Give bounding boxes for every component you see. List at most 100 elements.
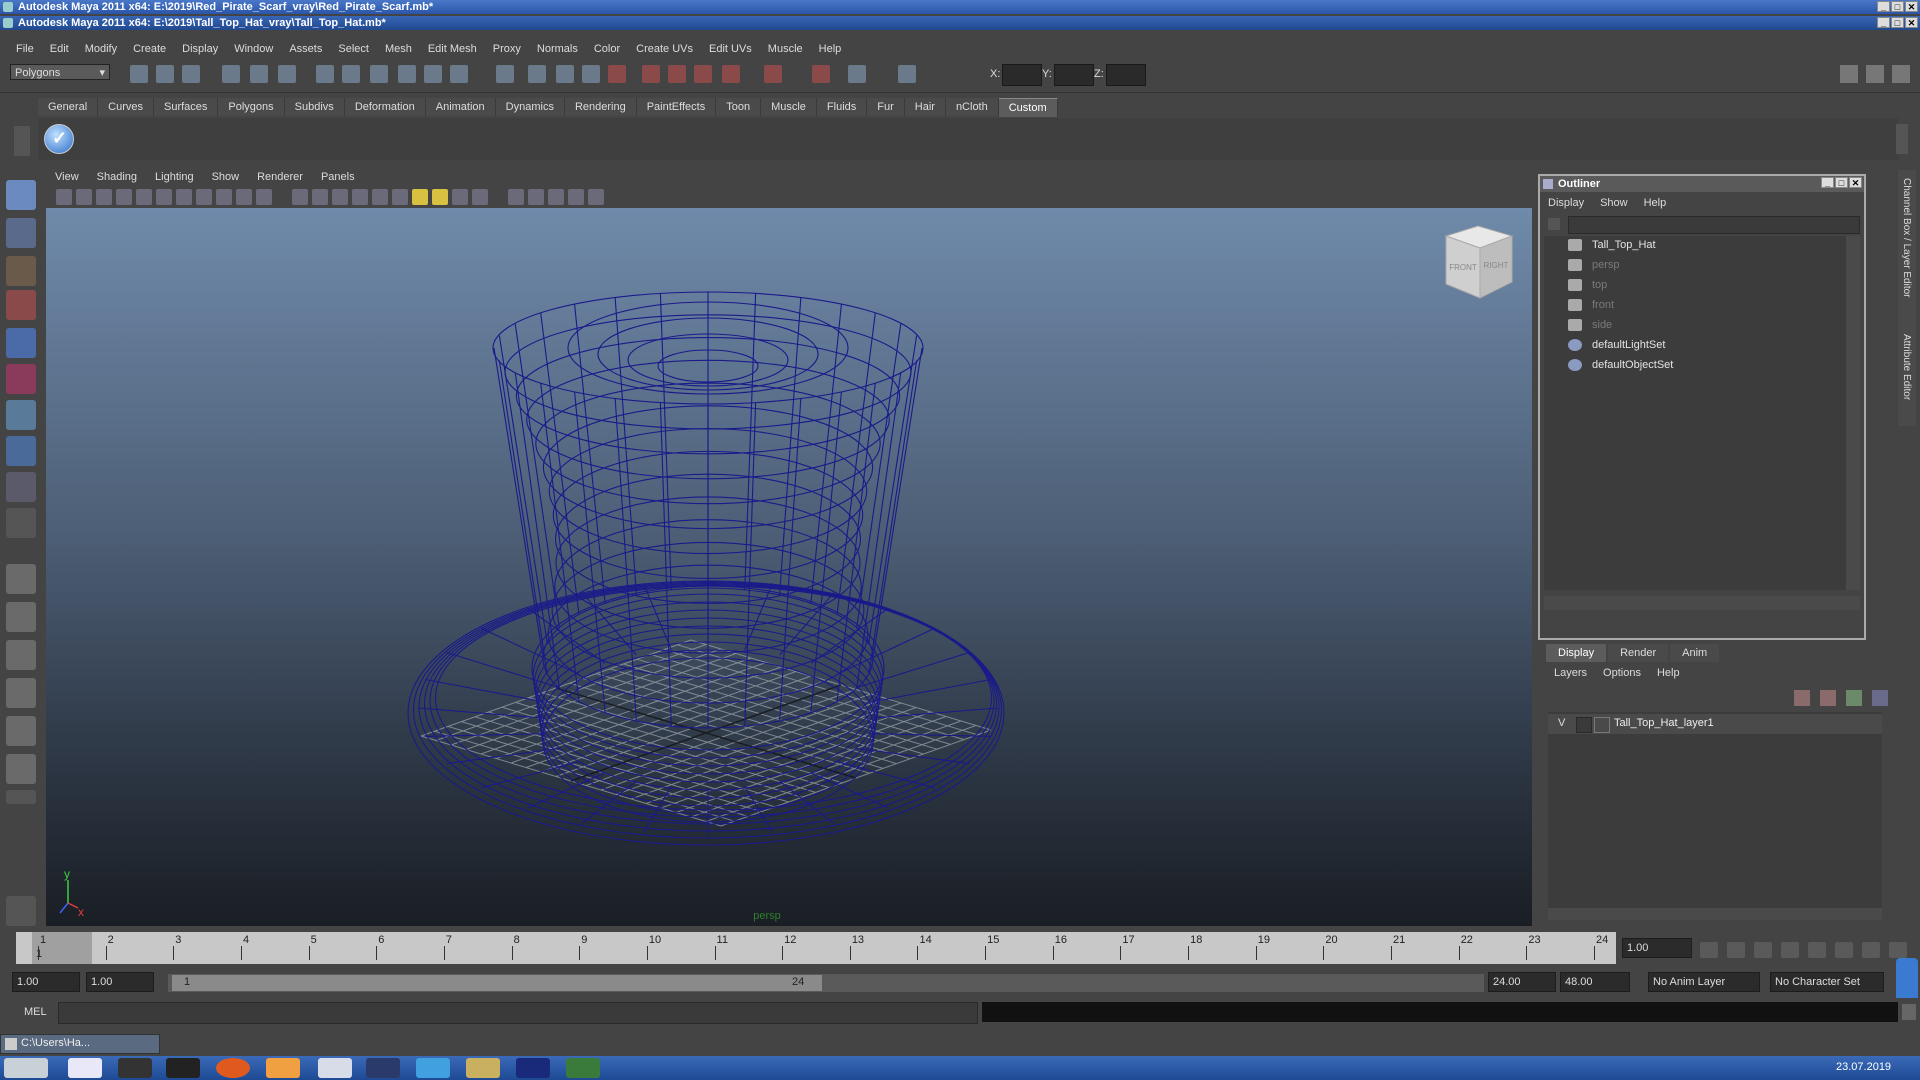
snap-grid-icon[interactable] bbox=[342, 65, 360, 83]
menu-normals[interactable]: Normals bbox=[529, 43, 586, 55]
end-time-field[interactable]: 48.00 bbox=[1560, 972, 1630, 992]
construction-icon[interactable] bbox=[528, 65, 546, 83]
viewport-menu-lighting[interactable]: Lighting bbox=[146, 171, 203, 183]
menu-set-select[interactable]: Polygons ▾ bbox=[10, 64, 110, 80]
front-window-titlebar[interactable]: Autodesk Maya 2011 x64: E:\2019\Tall_Top… bbox=[0, 16, 1920, 30]
taskbar-camera-app-icon[interactable] bbox=[166, 1058, 200, 1078]
layer-menu-options[interactable]: Options bbox=[1595, 664, 1649, 682]
outliner-horizontal-scrollbar[interactable] bbox=[1544, 596, 1860, 610]
shelf-tab-curves[interactable]: Curves bbox=[98, 98, 154, 116]
select-component-icon[interactable] bbox=[278, 65, 296, 83]
range-slider[interactable]: 1 24 bbox=[168, 974, 1484, 992]
input-ops-icon[interactable] bbox=[556, 65, 574, 83]
anim-layer-select[interactable]: No Anim Layer bbox=[1648, 972, 1760, 992]
step-back-key-icon[interactable] bbox=[1727, 942, 1745, 958]
viewport-toolbar-icon[interactable] bbox=[116, 189, 132, 205]
shelf-tab-muscle[interactable]: Muscle bbox=[761, 98, 817, 116]
menu-window[interactable]: Window bbox=[226, 43, 281, 55]
layer-tab-render[interactable]: Render bbox=[1608, 644, 1669, 662]
minimized-explorer-window[interactable]: C:\Users\Ha... bbox=[0, 1034, 160, 1054]
ipr-icon[interactable] bbox=[668, 65, 686, 83]
hypershade-layout-icon[interactable] bbox=[6, 716, 36, 746]
filter-icon[interactable] bbox=[1548, 218, 1560, 230]
layer-menu-help[interactable]: Help bbox=[1649, 664, 1688, 682]
outliner-item-defaultlightset[interactable]: defaultLightSet bbox=[1568, 336, 1665, 354]
viewport-toolbar-icon[interactable] bbox=[392, 189, 408, 205]
hypershade-icon[interactable] bbox=[722, 65, 740, 83]
play-forwards-icon[interactable] bbox=[1808, 942, 1826, 958]
current-time-field[interactable]: 1.00 bbox=[1622, 938, 1692, 958]
menu-select[interactable]: Select bbox=[330, 43, 377, 55]
viewport-toolbar-icon[interactable] bbox=[452, 189, 468, 205]
viewport-toolbar-icon[interactable] bbox=[352, 189, 368, 205]
viewport-toolbar-icon[interactable] bbox=[432, 189, 448, 205]
menu-create[interactable]: Create bbox=[125, 43, 174, 55]
shelf-tab-ncloth[interactable]: nCloth bbox=[945, 98, 999, 116]
camera-icon[interactable] bbox=[848, 65, 866, 83]
back-window-titlebar[interactable]: Autodesk Maya 2011 x64: E:\2019\Red_Pira… bbox=[0, 0, 1920, 14]
last-tool-icon[interactable] bbox=[6, 508, 36, 538]
maya-taskbar-icon[interactable] bbox=[566, 1058, 600, 1078]
firefox-icon[interactable] bbox=[216, 1058, 250, 1078]
taskbar-app-icon[interactable] bbox=[118, 1058, 152, 1078]
step-back-frame-icon[interactable] bbox=[1754, 942, 1772, 958]
viewport-toolbar-icon[interactable] bbox=[176, 189, 192, 205]
maximize-icon[interactable]: □ bbox=[1891, 1, 1904, 12]
hand-tool-icon[interactable] bbox=[6, 896, 36, 926]
viewport-toolbar-icon[interactable] bbox=[256, 189, 272, 205]
character-set-select[interactable]: No Character Set bbox=[1770, 972, 1884, 992]
layer-color-swatch[interactable] bbox=[1594, 717, 1610, 733]
soft-mod-tool-icon[interactable] bbox=[6, 436, 36, 466]
custom-layout-icon[interactable] bbox=[6, 754, 36, 784]
go-to-start-icon[interactable] bbox=[1700, 942, 1718, 958]
z-field[interactable] bbox=[1106, 64, 1146, 86]
menu-mesh[interactable]: Mesh bbox=[377, 43, 420, 55]
viewport-toolbar-icon[interactable] bbox=[588, 189, 604, 205]
move-tool-icon[interactable] bbox=[6, 290, 36, 320]
four-pane-layout-icon[interactable] bbox=[6, 602, 36, 632]
outliner-item-defaultobjectset[interactable]: defaultObjectSet bbox=[1568, 356, 1673, 374]
transform-field-icon[interactable] bbox=[898, 65, 916, 83]
start-time-field[interactable]: 1.00 bbox=[12, 972, 80, 992]
taskbar-vray-icon[interactable] bbox=[318, 1058, 352, 1078]
snap-surface-icon[interactable] bbox=[450, 65, 468, 83]
shelf-tab-hair[interactable]: Hair bbox=[904, 98, 946, 116]
start-button[interactable] bbox=[4, 1058, 48, 1078]
paint-select-tool-icon[interactable] bbox=[6, 256, 36, 286]
step-forward-frame-icon[interactable] bbox=[1835, 942, 1853, 958]
playback-end-field[interactable]: 24.00 bbox=[1488, 972, 1556, 992]
render-settings-icon[interactable] bbox=[694, 65, 712, 83]
layer-menu-layers[interactable]: Layers bbox=[1546, 664, 1595, 682]
layer-options-icon[interactable] bbox=[1846, 690, 1862, 706]
menu-proxy[interactable]: Proxy bbox=[485, 43, 529, 55]
perspective-viewport[interactable]: y x persp FRONT RIGHT bbox=[46, 208, 1532, 926]
outliner-item-side[interactable]: side bbox=[1568, 316, 1612, 334]
toggle-panel-icon[interactable] bbox=[1866, 65, 1884, 83]
attribute-toggle-icon[interactable] bbox=[1892, 65, 1910, 83]
outliner-menu-display[interactable]: Display bbox=[1540, 194, 1592, 212]
minimize-icon[interactable]: _ bbox=[1877, 1, 1890, 12]
shelf-scroll-icon[interactable] bbox=[1896, 124, 1908, 154]
menu-display[interactable]: Display bbox=[174, 43, 226, 55]
open-scene-icon[interactable] bbox=[156, 65, 174, 83]
command-language-label[interactable]: MEL bbox=[24, 1006, 47, 1018]
save-scene-icon[interactable] bbox=[182, 65, 200, 83]
viewport-toolbar-icon[interactable] bbox=[508, 189, 524, 205]
play-backwards-icon[interactable] bbox=[1781, 942, 1799, 958]
snap-point-icon[interactable] bbox=[398, 65, 416, 83]
snap-curve-icon[interactable] bbox=[370, 65, 388, 83]
playback-start-field[interactable]: 1.00 bbox=[86, 972, 154, 992]
minimize-icon[interactable]: _ bbox=[1821, 177, 1834, 188]
outliner-titlebar[interactable]: Outliner _ □ ✕ bbox=[1540, 176, 1864, 192]
shelf-tab-animation[interactable]: Animation bbox=[425, 98, 496, 116]
menu-help[interactable]: Help bbox=[811, 43, 850, 55]
new-scene-icon[interactable] bbox=[130, 65, 148, 83]
shelf-tab-surfaces[interactable]: Surfaces bbox=[153, 98, 219, 116]
minimize-icon[interactable]: _ bbox=[1877, 17, 1890, 28]
close-icon[interactable]: ✕ bbox=[1849, 177, 1862, 188]
mask-icon[interactable] bbox=[316, 65, 334, 83]
viewport-toolbar-icon[interactable] bbox=[76, 189, 92, 205]
outliner-filter-input[interactable] bbox=[1568, 216, 1860, 234]
shelf-tab-custom[interactable]: Custom bbox=[998, 98, 1058, 117]
layer-row[interactable]: V Tall_Top_Hat_layer1 bbox=[1548, 714, 1882, 734]
